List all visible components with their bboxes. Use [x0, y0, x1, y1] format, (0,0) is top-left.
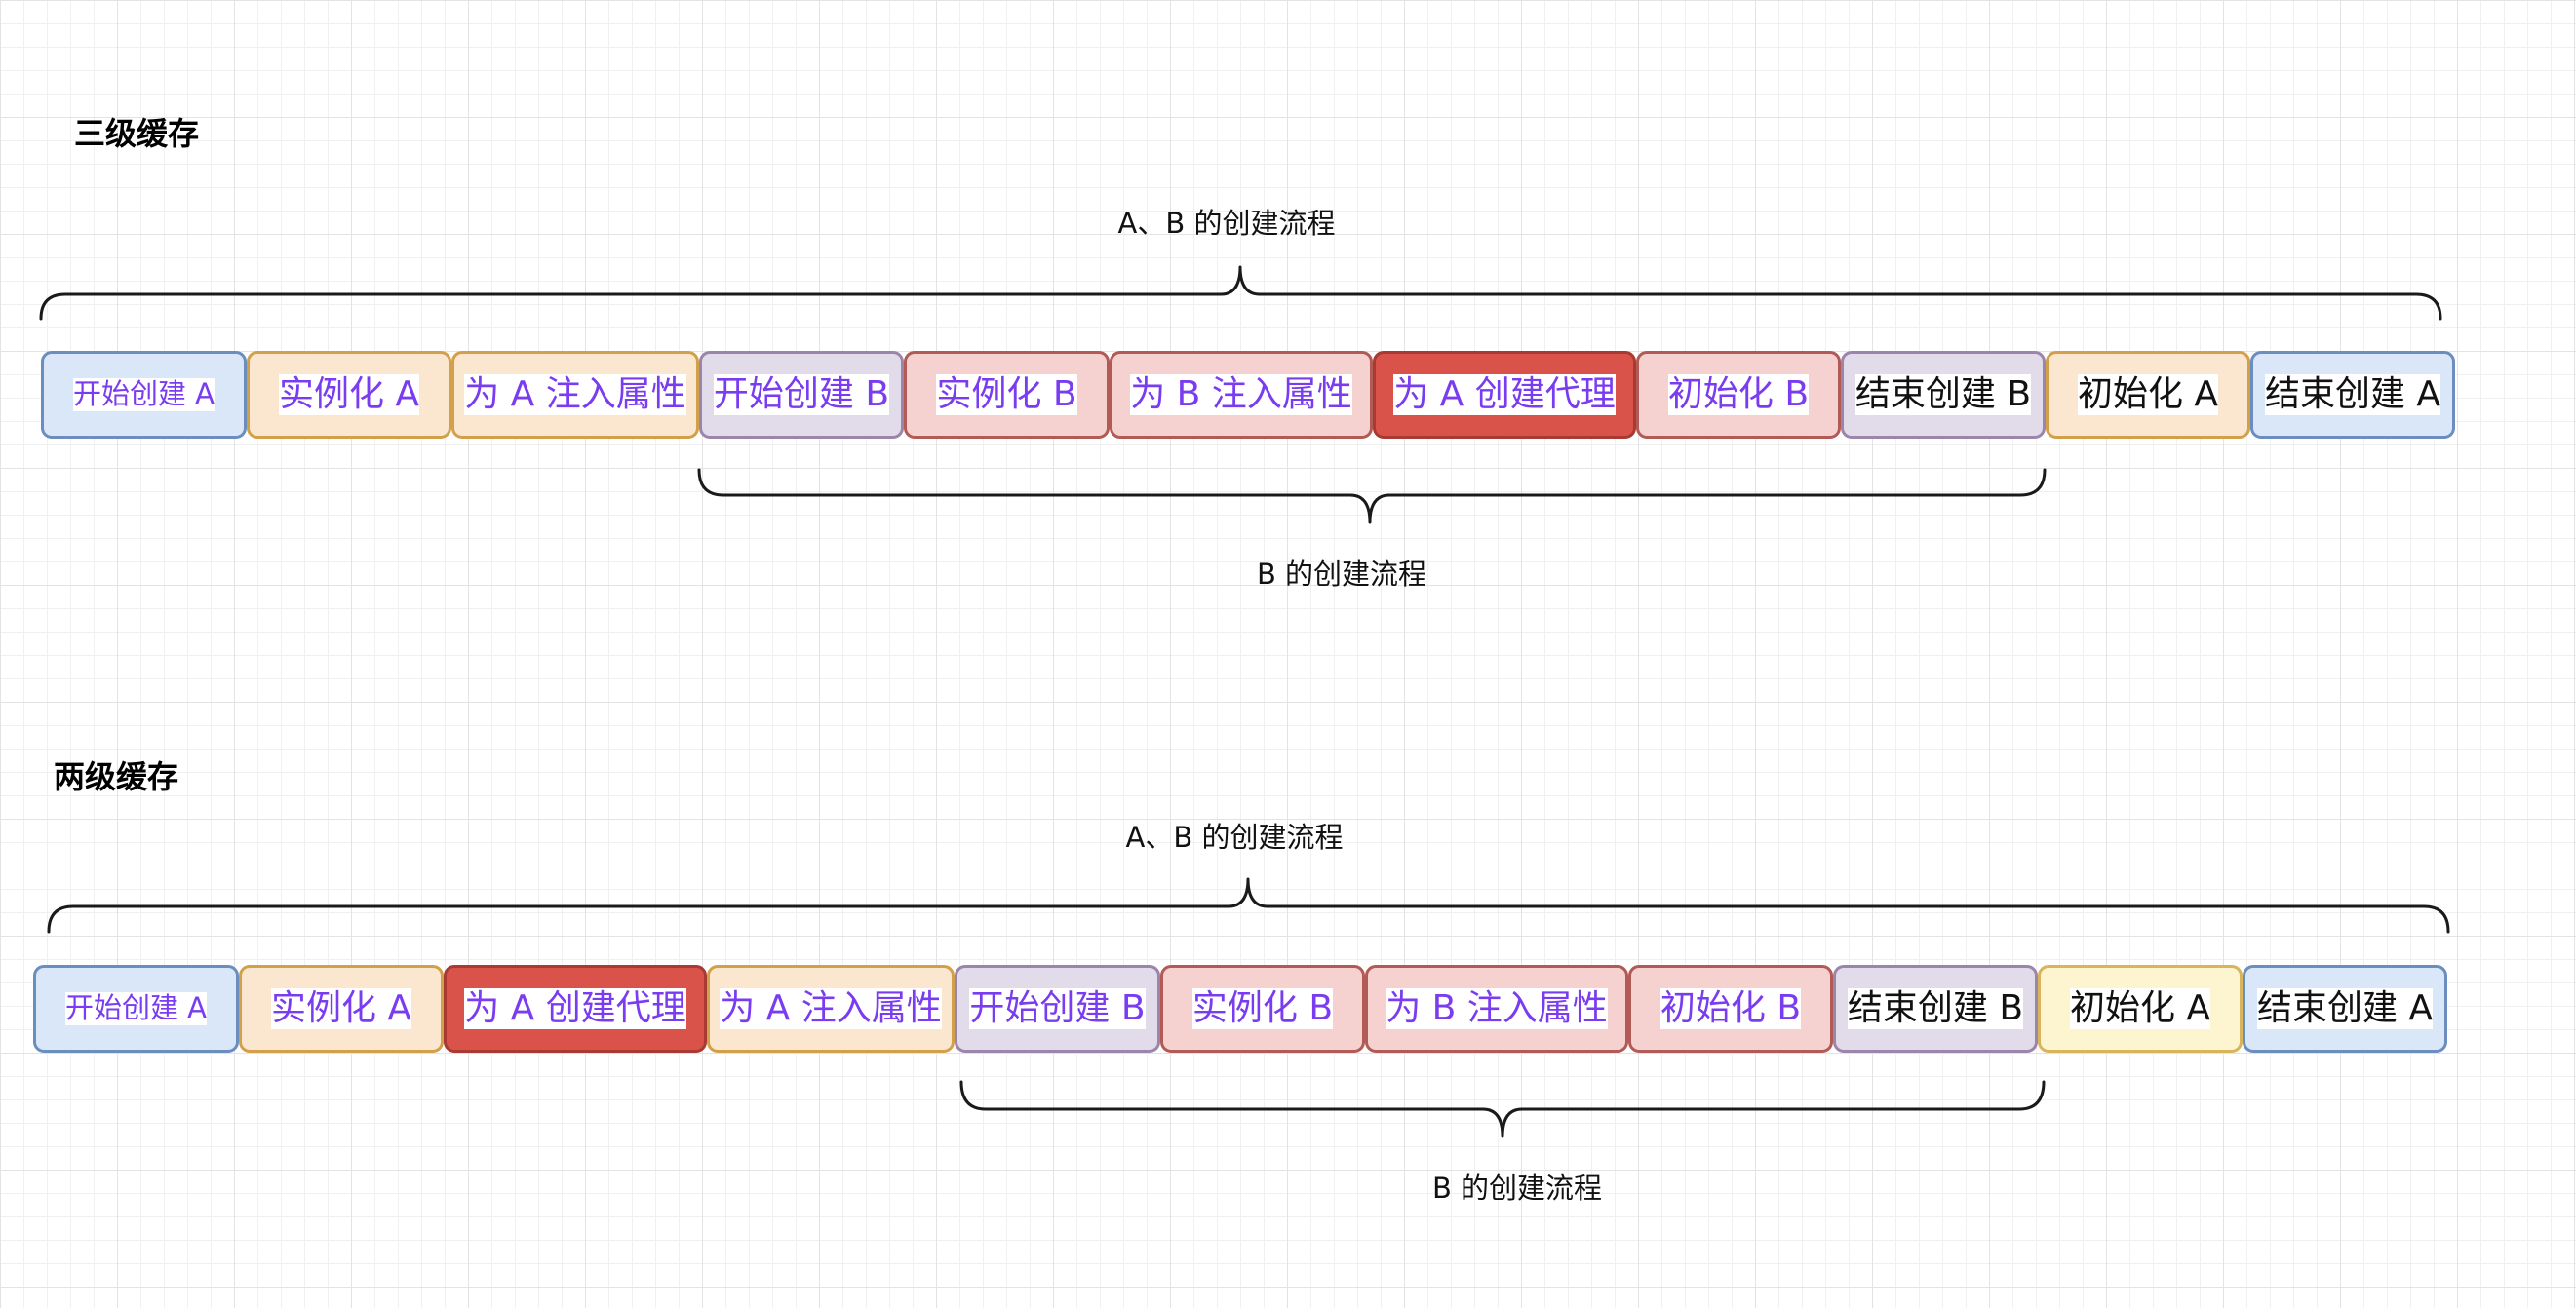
bottom-brace-label: B 的创建流程: [1431, 1172, 1603, 1205]
bottom-brace: [959, 1080, 2046, 1138]
